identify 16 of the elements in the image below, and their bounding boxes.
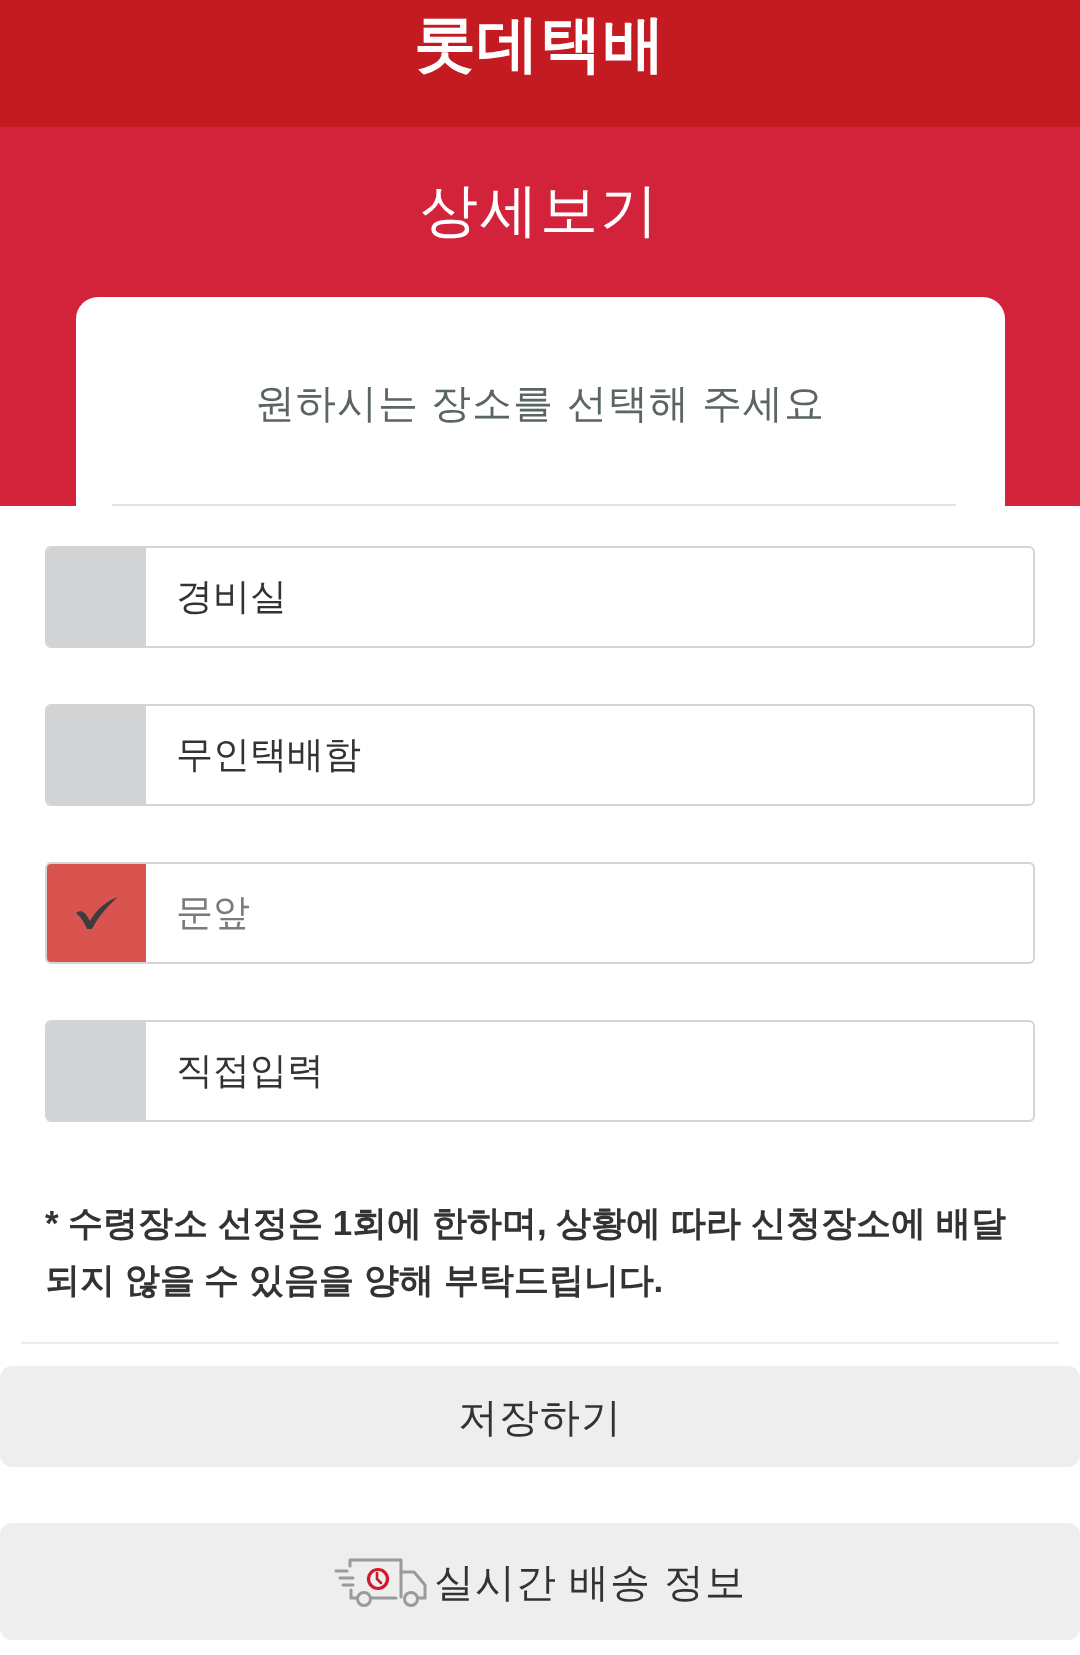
brand-logo: 롯데택배 (414, 8, 666, 80)
checkbox[interactable] (47, 706, 146, 804)
location-option[interactable]: 경비실 (45, 546, 1035, 648)
notice-text: * 수령장소 선정은 1회에 한하며, 상황에 따라 신청장소에 배달되지 않을 수 있음을 양해 부탁드립니다. (45, 1202, 1007, 1301)
check-icon (74, 896, 119, 930)
checkbox[interactable] (47, 864, 146, 962)
checkbox[interactable] (47, 1022, 146, 1120)
prompt-text: 원하시는 장소를 선택해 주세요 (254, 380, 826, 427)
truck-icon (334, 1556, 429, 1607)
save-button[interactable]: 저장하기 (0, 1366, 1080, 1467)
location-option[interactable]: 문앞 (45, 862, 1035, 964)
location-option[interactable]: 직접입력 (45, 1020, 1035, 1122)
location-option[interactable]: 무인택배함 (45, 704, 1035, 806)
delivery-tracking-button[interactable]: 실시간 배송 정보 (0, 1523, 1080, 1640)
checkbox[interactable] (47, 548, 146, 646)
page-title: 상세보기 (420, 176, 660, 244)
